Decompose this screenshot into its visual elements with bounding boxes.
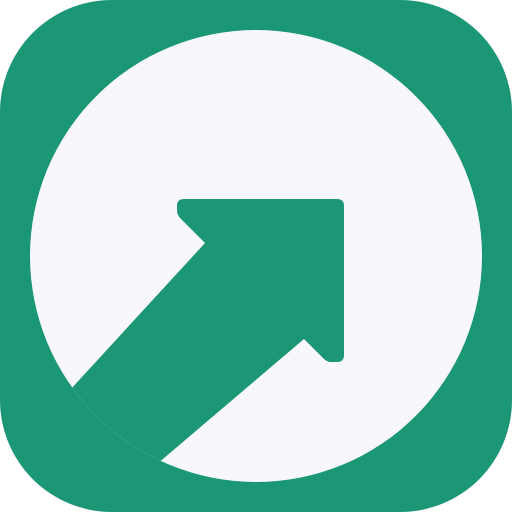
app-icon[interactable]: [0, 0, 512, 512]
icon-canvas: [0, 0, 512, 512]
